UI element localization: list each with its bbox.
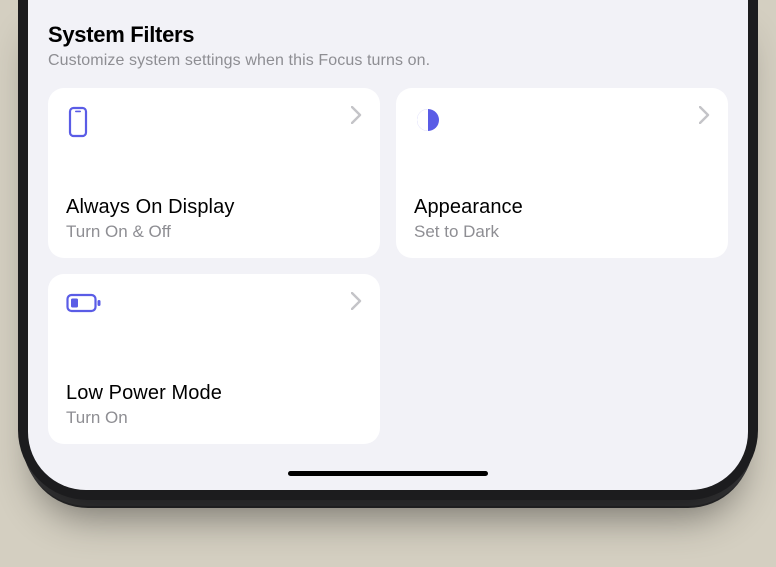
contrast-icon bbox=[414, 106, 442, 139]
chevron-right-icon bbox=[351, 292, 362, 315]
card-header bbox=[414, 106, 710, 139]
card-header bbox=[66, 106, 362, 143]
card-subtitle: Turn On bbox=[66, 408, 362, 428]
chevron-right-icon bbox=[699, 106, 710, 129]
card-header bbox=[66, 292, 362, 319]
content-area: System Filters Customize system settings… bbox=[28, 0, 748, 444]
chevron-right-icon bbox=[351, 106, 362, 129]
card-title: Low Power Mode bbox=[66, 382, 362, 405]
card-text: Low Power Mode Turn On bbox=[66, 382, 362, 428]
card-subtitle: Turn On & Off bbox=[66, 222, 362, 242]
card-text: Always On Display Turn On & Off bbox=[66, 196, 362, 242]
filters-grid: Always On Display Turn On & Off bbox=[48, 88, 728, 444]
card-title: Appearance bbox=[414, 196, 710, 219]
card-subtitle: Set to Dark bbox=[414, 222, 710, 242]
filter-card-always-on-display[interactable]: Always On Display Turn On & Off bbox=[48, 88, 380, 258]
card-title: Always On Display bbox=[66, 196, 362, 219]
device-screen: System Filters Customize system settings… bbox=[28, 0, 748, 490]
filter-card-appearance[interactable]: Appearance Set to Dark bbox=[396, 88, 728, 258]
filter-card-low-power-mode[interactable]: Low Power Mode Turn On bbox=[48, 274, 380, 444]
section-title: System Filters bbox=[48, 22, 728, 48]
phone-icon bbox=[66, 106, 90, 143]
section-subtitle: Customize system settings when this Focu… bbox=[48, 52, 728, 70]
battery-low-icon bbox=[66, 292, 102, 319]
device-bezel: System Filters Customize system settings… bbox=[18, 0, 758, 500]
home-indicator[interactable] bbox=[288, 471, 488, 476]
card-text: Appearance Set to Dark bbox=[414, 196, 710, 242]
